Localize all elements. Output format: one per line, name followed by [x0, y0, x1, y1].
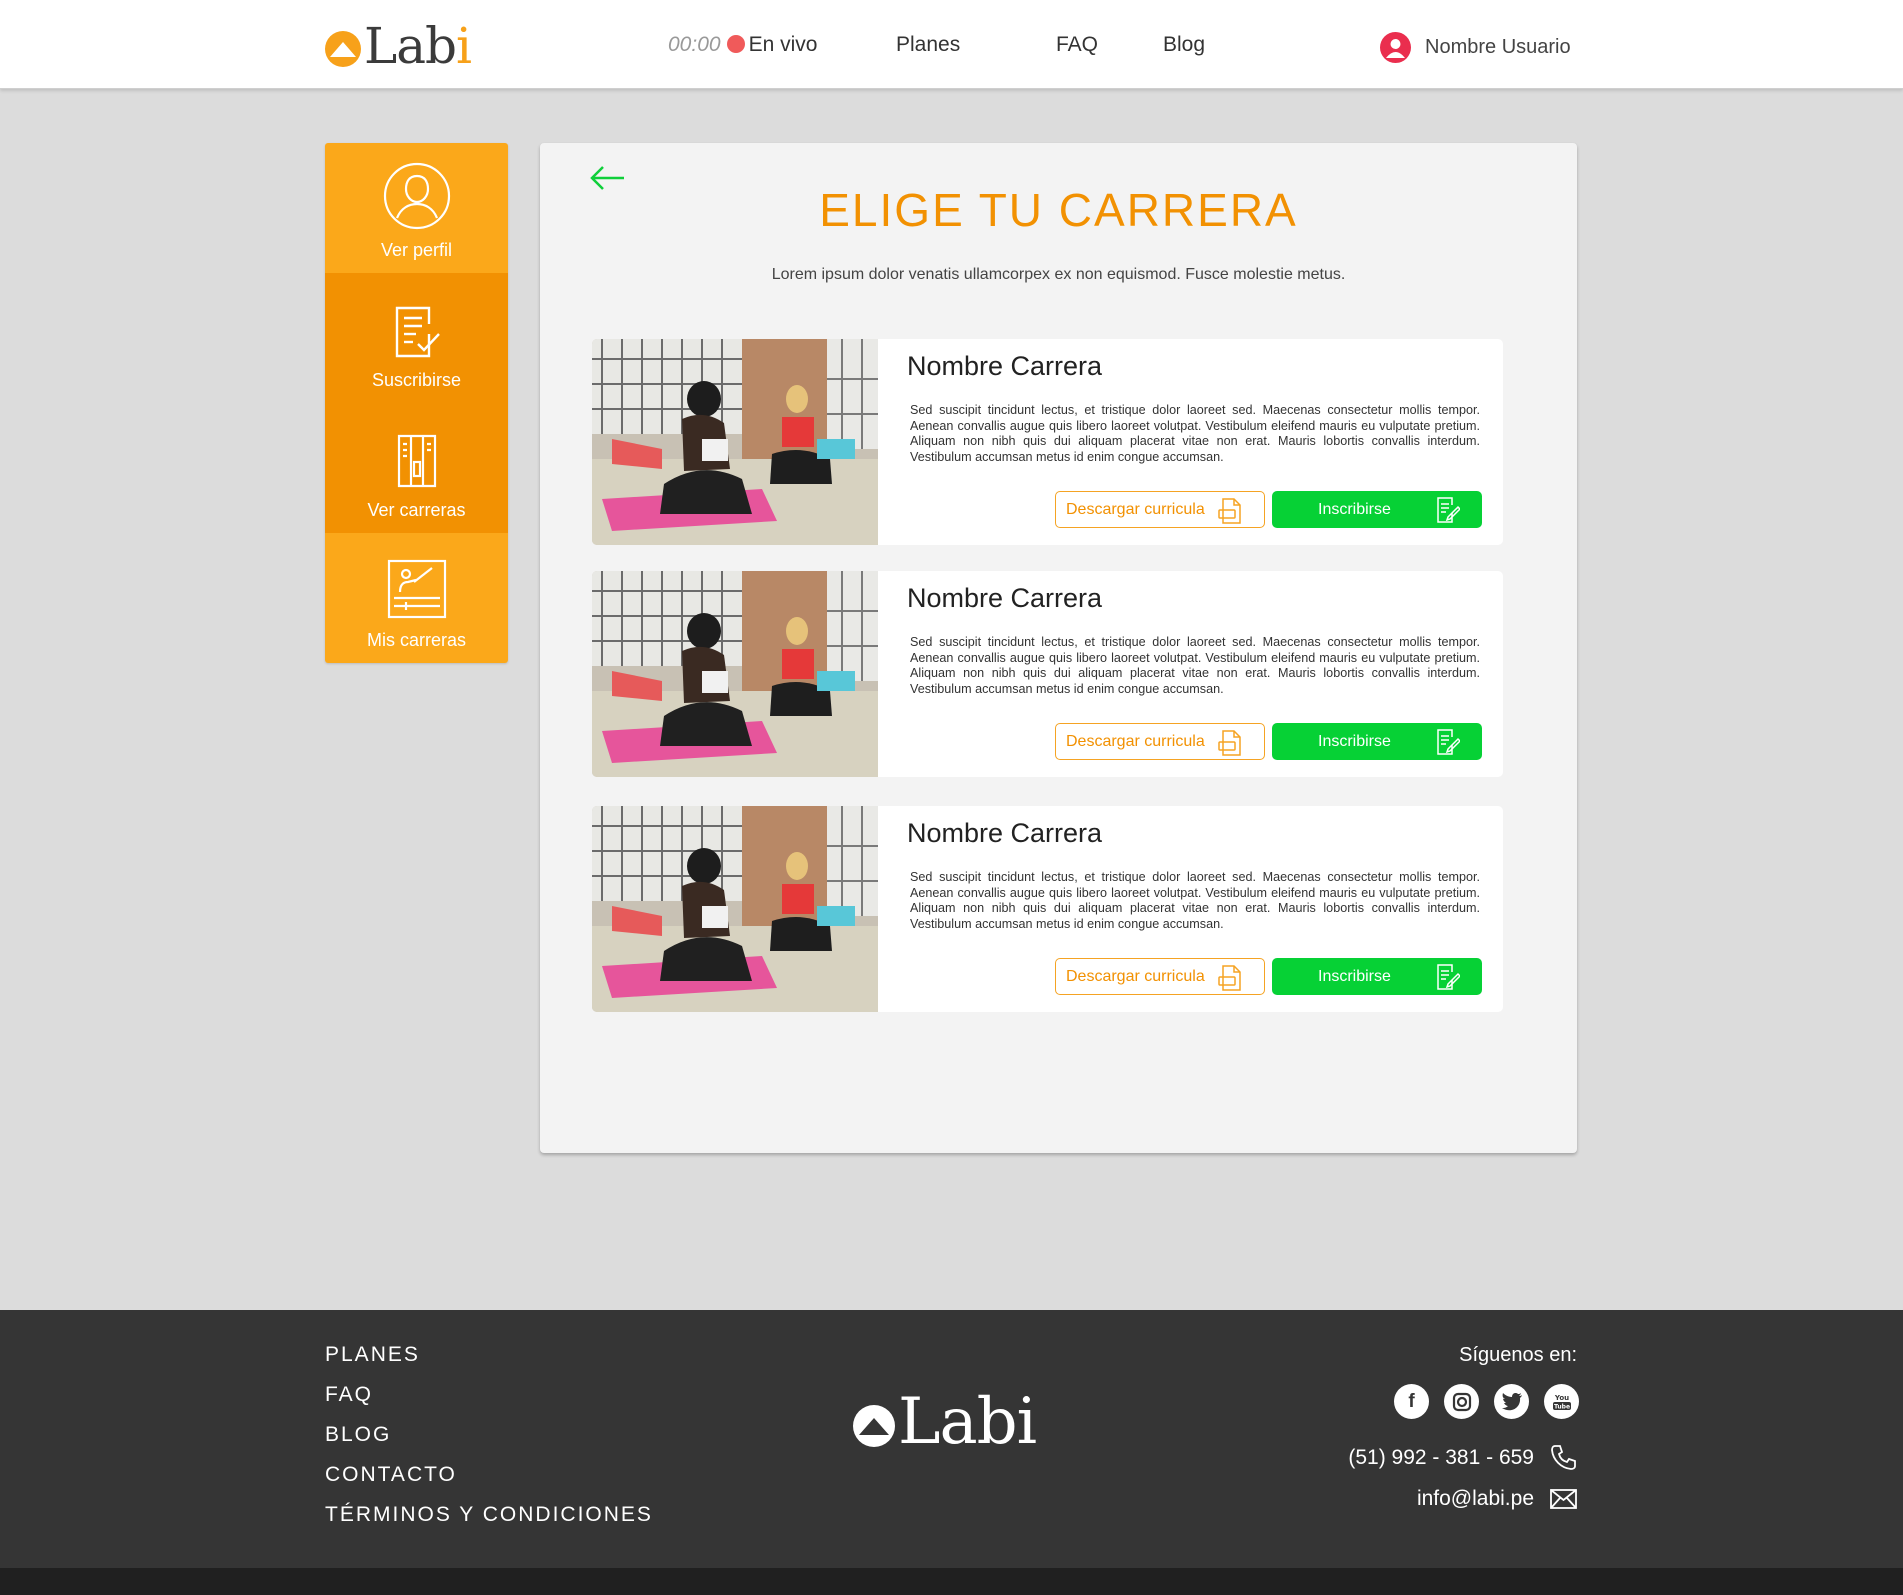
footer-link-faq[interactable]: FAQ	[325, 1380, 653, 1420]
footer-bottom-bar	[0, 1568, 1903, 1595]
footer-link-planes[interactable]: PLANES	[325, 1340, 653, 1380]
social-links: f You Tube	[1394, 1384, 1579, 1419]
form-edit-icon	[1437, 497, 1460, 523]
youtube-icon[interactable]: You Tube	[1544, 1384, 1579, 1419]
career-description: Sed suscipit tincidunt lectus, et tristi…	[910, 635, 1480, 696]
form-edit-icon	[1437, 729, 1460, 755]
logo-mark-icon	[853, 1405, 895, 1447]
top-header: Labi 00:00 En vivo Planes FAQ Blog Nombre…	[0, 0, 1903, 89]
facebook-icon[interactable]: f	[1394, 1384, 1429, 1419]
career-description: Sed suscipit tincidunt lectus, et tristi…	[910, 870, 1480, 931]
career-image	[592, 571, 881, 777]
download-curriculum-label: Descargar curricula	[1066, 732, 1205, 750]
live-label: En vivo	[748, 33, 818, 56]
sidebar: Ver perfil Suscribirse Ver carreras Mis …	[325, 143, 508, 663]
nav-planes[interactable]: Planes	[896, 30, 960, 60]
sidebar-item-ver-carreras[interactable]: Ver carreras	[325, 403, 508, 533]
sidebar-item-ver-perfil[interactable]: Ver perfil	[325, 143, 508, 273]
career-panel: ELIGE TU CARRERA Lorem ipsum dolor venat…	[540, 143, 1577, 1153]
enroll-label: Inscribirse	[1318, 500, 1391, 518]
sidebar-item-suscribirse[interactable]: Suscribirse	[325, 273, 508, 403]
live-indicator[interactable]: 00:00 En vivo	[668, 30, 817, 60]
page-subtitle: Lorem ipsum dolor venatis ullamcorpex ex…	[771, 266, 1346, 283]
logo-text: Labi	[364, 17, 472, 75]
footer-logo: Labi	[852, 1385, 1037, 1459]
career-description: Sed suscipit tincidunt lectus, et tristi…	[910, 403, 1480, 464]
contact-email[interactable]: info@labi.pe	[1417, 1487, 1577, 1511]
user-name: Nombre Usuario	[1425, 35, 1571, 58]
career-card: Nombre Carrera Sed suscipit tincidunt le…	[592, 806, 1503, 1012]
enroll-button[interactable]: Inscribirse	[1272, 723, 1482, 760]
career-card: Nombre Carrera Sed suscipit tincidunt le…	[592, 571, 1503, 777]
pdf-icon	[1218, 730, 1241, 756]
brochure-icon	[397, 434, 436, 488]
contact-phone[interactable]: (51) 992 - 381 - 659	[1348, 1444, 1577, 1471]
form-edit-icon	[1437, 964, 1460, 990]
svg-text:Tube: Tube	[1553, 1403, 1569, 1410]
mail-icon	[1550, 1489, 1577, 1509]
sidebar-item-label: Mis carreras	[366, 630, 466, 650]
user-avatar-icon	[1380, 31, 1411, 63]
career-image	[592, 339, 881, 545]
sidebar-item-mis-carreras[interactable]: Mis carreras	[325, 533, 508, 663]
footer-links: PLANES FAQ BLOG CONTACTO TÉRMINOS Y COND…	[325, 1340, 653, 1540]
classroom-icon	[387, 559, 446, 619]
sidebar-item-label: Suscribirse	[371, 370, 462, 390]
download-curriculum-button[interactable]: Descargar curricula	[1055, 958, 1265, 995]
download-curriculum-label: Descargar curricula	[1066, 967, 1205, 985]
user-menu[interactable]: Nombre Usuario	[1380, 30, 1571, 64]
career-name: Nombre Carrera	[907, 583, 1103, 613]
footer-link-contacto[interactable]: CONTACTO	[325, 1460, 653, 1500]
nav-faq[interactable]: FAQ	[1056, 30, 1098, 60]
enroll-button[interactable]: Inscribirse	[1272, 491, 1482, 528]
page-title: ELIGE TU CARRERA	[819, 184, 1298, 236]
sidebar-item-label: Ver carreras	[367, 500, 466, 520]
career-card: Nombre Carrera Sed suscipit tincidunt le…	[592, 339, 1503, 545]
enroll-label: Inscribirse	[1318, 732, 1391, 750]
footer: PLANES FAQ BLOG CONTACTO TÉRMINOS Y COND…	[0, 1310, 1903, 1568]
live-dot-icon	[726, 35, 745, 53]
email-address: info@labi.pe	[1416, 1487, 1534, 1510]
pdf-icon	[1218, 498, 1241, 524]
download-curriculum-button[interactable]: Descargar curricula	[1055, 491, 1265, 528]
phone-number: (51) 992 - 381 - 659	[1348, 1445, 1534, 1469]
career-name: Nombre Carrera	[907, 351, 1103, 381]
svg-text:You: You	[1553, 1394, 1568, 1402]
enroll-button[interactable]: Inscribirse	[1272, 958, 1482, 995]
live-timer: 00:00	[668, 33, 721, 56]
profile-icon	[383, 162, 450, 230]
header-logo[interactable]: Labi	[324, 17, 472, 75]
subscribe-icon	[395, 306, 440, 358]
twitter-icon[interactable]	[1494, 1384, 1529, 1419]
download-curriculum-button[interactable]: Descargar curricula	[1055, 723, 1265, 760]
footer-link-blog[interactable]: BLOG	[325, 1420, 653, 1460]
career-name: Nombre Carrera	[907, 818, 1103, 848]
nav-blog[interactable]: Blog	[1163, 30, 1205, 60]
enroll-label: Inscribirse	[1318, 967, 1391, 985]
instagram-icon[interactable]	[1444, 1384, 1479, 1419]
follow-label: Síguenos en:	[1459, 1344, 1577, 1366]
phone-icon	[1551, 1445, 1576, 1470]
footer-logo-text: Labi	[898, 1385, 1037, 1459]
sidebar-item-label: Ver perfil	[380, 240, 453, 260]
career-image	[592, 806, 881, 1012]
logo-mark-icon	[325, 31, 361, 67]
download-curriculum-label: Descargar curricula	[1066, 500, 1205, 518]
footer-link-terminos[interactable]: TÉRMINOS Y CONDICIONES	[325, 1500, 653, 1540]
pdf-icon	[1218, 965, 1241, 991]
